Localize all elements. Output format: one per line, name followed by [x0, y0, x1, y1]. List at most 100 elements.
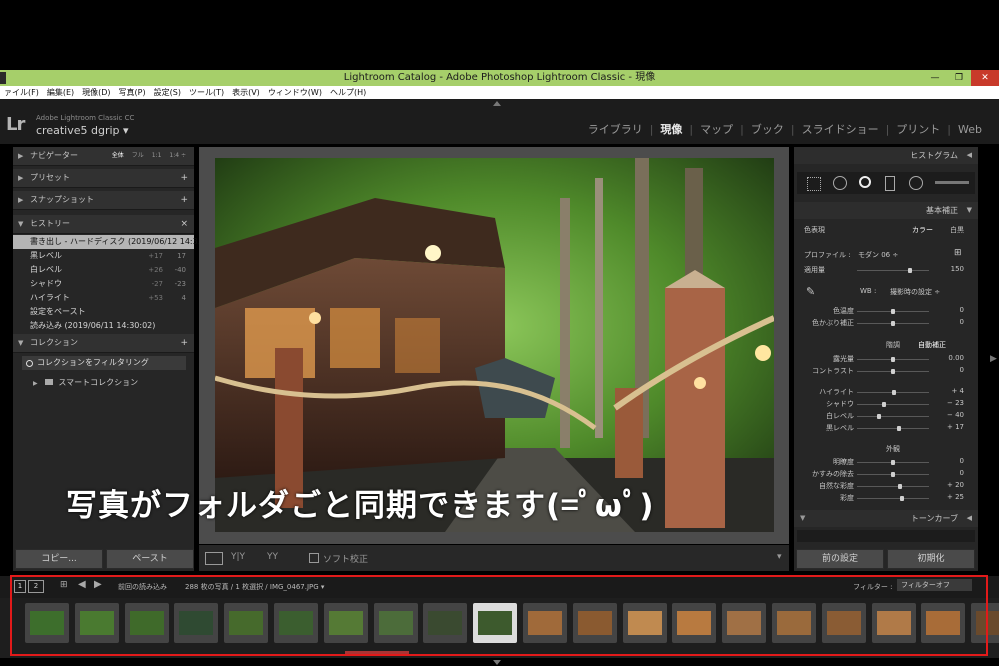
- menu-tools[interactable]: ツール(T): [185, 86, 228, 99]
- smart-collection-item[interactable]: ▶ スマートコレクション: [33, 377, 138, 388]
- add-preset-icon[interactable]: +: [180, 169, 188, 187]
- wb-select[interactable]: 撮影時の設定 ÷: [890, 287, 940, 297]
- adjustment-brush-icon[interactable]: [935, 181, 969, 184]
- zoom-fill[interactable]: フル: [132, 147, 144, 165]
- zoom-fit[interactable]: 全体: [112, 147, 124, 165]
- treatment-bw[interactable]: 白黒: [950, 225, 964, 235]
- slider-knob[interactable]: [891, 357, 895, 362]
- slider-value[interactable]: 0: [934, 469, 964, 477]
- slider-value[interactable]: 0: [934, 306, 964, 314]
- slider-value[interactable]: − 40: [934, 411, 964, 419]
- basic-header[interactable]: 基本補正 ▼: [794, 202, 978, 219]
- red-eye-icon[interactable]: [859, 176, 871, 188]
- reset-button[interactable]: 初期化: [887, 549, 975, 569]
- history-item[interactable]: 黒レベル +17 17: [13, 249, 194, 263]
- slider-value[interactable]: 0: [934, 366, 964, 374]
- clear-history-icon[interactable]: ×: [180, 215, 188, 233]
- slider-value[interactable]: − 23: [934, 399, 964, 407]
- menu-view[interactable]: 表示(V): [228, 86, 264, 99]
- copy-button[interactable]: コピー...: [15, 549, 103, 569]
- histogram-header[interactable]: ヒストグラム ◀: [794, 147, 978, 164]
- adjust-slider[interactable]: [857, 416, 929, 417]
- slider-knob[interactable]: [891, 309, 895, 314]
- minimize-button[interactable]: —: [923, 70, 947, 86]
- profile-browser-icon[interactable]: ⊞: [954, 248, 962, 258]
- history-item[interactable]: ハイライト +53 4: [13, 291, 194, 305]
- soft-proof-checkbox[interactable]: [309, 553, 319, 563]
- amount-value[interactable]: 150: [934, 265, 964, 273]
- slider-knob[interactable]: [891, 472, 895, 477]
- slider-knob[interactable]: [876, 414, 881, 419]
- slider-value[interactable]: + 20: [934, 481, 964, 489]
- collection-filter-input[interactable]: コレクションをフィルタリング: [22, 356, 186, 370]
- slider-knob[interactable]: [899, 496, 904, 501]
- slider-value[interactable]: + 17: [934, 423, 964, 431]
- previous-settings-button[interactable]: 前の設定: [796, 549, 884, 569]
- user-name[interactable]: creative5 dgrip ▾: [36, 124, 129, 137]
- add-collection-icon[interactable]: +: [180, 334, 188, 352]
- slider-value[interactable]: + 4: [934, 387, 964, 395]
- slider-knob[interactable]: [896, 426, 901, 431]
- adjust-slider[interactable]: [857, 404, 929, 405]
- snapshots-header[interactable]: ▶ スナップショット +: [13, 191, 194, 210]
- slider-value[interactable]: 0: [934, 318, 964, 326]
- tone-curve-header[interactable]: ▼ トーンカーブ ◀: [794, 510, 978, 527]
- radial-filter-icon[interactable]: [909, 176, 923, 190]
- graduated-filter-icon[interactable]: [885, 176, 895, 191]
- presets-header[interactable]: ▶ プリセット +: [13, 169, 194, 188]
- history-item[interactable]: 読み込み (2019/06/11 14:30:02): [13, 319, 194, 333]
- treatment-color[interactable]: カラー: [912, 225, 933, 235]
- close-button[interactable]: ✕: [971, 70, 999, 86]
- history-item[interactable]: シャドウ -27 -23: [13, 277, 194, 291]
- slider-value[interactable]: + 25: [934, 493, 964, 501]
- menu-file[interactable]: ァイル(F): [0, 86, 43, 99]
- collections-header[interactable]: ▼ コレクション +: [13, 334, 194, 353]
- slider-value[interactable]: 0.00: [934, 354, 964, 362]
- adjust-slider[interactable]: [857, 486, 929, 487]
- menu-help[interactable]: ヘルプ(H): [326, 86, 370, 99]
- menu-settings[interactable]: 設定(S): [150, 86, 185, 99]
- slider-knob[interactable]: [891, 321, 895, 326]
- before-after-split-icon[interactable]: YY: [267, 552, 278, 562]
- slider-knob[interactable]: [891, 369, 895, 374]
- slider-value[interactable]: 0: [934, 457, 964, 465]
- menu-window[interactable]: ウィンドウ(W): [264, 86, 326, 99]
- collapse-top-arrow-icon[interactable]: [493, 101, 501, 106]
- collapse-bottom-arrow-icon[interactable]: [493, 660, 501, 665]
- add-snapshot-icon[interactable]: +: [180, 191, 188, 209]
- history-item[interactable]: 白レベル +26 -40: [13, 263, 194, 277]
- zoom-1-1[interactable]: 1:1: [152, 147, 162, 165]
- crop-tool-icon[interactable]: [807, 177, 821, 191]
- menu-develop[interactable]: 現像(D): [78, 86, 114, 99]
- amount-slider-knob[interactable]: [908, 268, 912, 273]
- history-item[interactable]: 設定をペースト: [13, 305, 194, 319]
- history-item[interactable]: 書き出し - ハードディスク (2019/06/12 14:3...: [13, 235, 205, 249]
- spot-removal-icon[interactable]: [833, 176, 847, 190]
- module-slideshow[interactable]: スライドショー: [795, 121, 886, 137]
- menu-edit[interactable]: 編集(E): [43, 86, 78, 99]
- history-header[interactable]: ▼ ヒストリー ×: [13, 215, 194, 234]
- navigator-header[interactable]: ▶ ナビゲーター 全体 フル 1:1 1:4 ÷: [13, 147, 194, 166]
- before-after-icon[interactable]: Y|Y: [231, 552, 245, 562]
- menu-photo[interactable]: 写真(P): [115, 86, 150, 99]
- main-photo[interactable]: [215, 158, 774, 532]
- profile-select[interactable]: モダン 06 ÷: [858, 250, 898, 260]
- slider-knob[interactable]: [882, 402, 887, 407]
- adjust-slider[interactable]: [857, 498, 929, 499]
- module-print[interactable]: プリント: [889, 121, 947, 137]
- module-develop[interactable]: 現像: [653, 121, 689, 137]
- collapse-right-arrow-icon[interactable]: ▶: [990, 354, 997, 364]
- toolbar-menu-chevron-icon[interactable]: ▾: [777, 552, 782, 562]
- module-library[interactable]: ライブラリ: [581, 121, 650, 137]
- module-web[interactable]: Web: [951, 123, 989, 136]
- zoom-1-4[interactable]: 1:4 ÷: [169, 147, 186, 165]
- maximize-button[interactable]: ❐: [947, 70, 971, 86]
- auto-tone-button[interactable]: 自動補正: [918, 340, 946, 350]
- eyedropper-icon[interactable]: ✎: [806, 285, 815, 298]
- amount-slider[interactable]: [857, 270, 929, 271]
- loupe-view-icon[interactable]: [205, 552, 223, 565]
- slider-knob[interactable]: [891, 460, 895, 465]
- adjust-slider[interactable]: [857, 428, 929, 429]
- slider-knob[interactable]: [898, 484, 903, 489]
- module-book[interactable]: ブック: [744, 121, 791, 137]
